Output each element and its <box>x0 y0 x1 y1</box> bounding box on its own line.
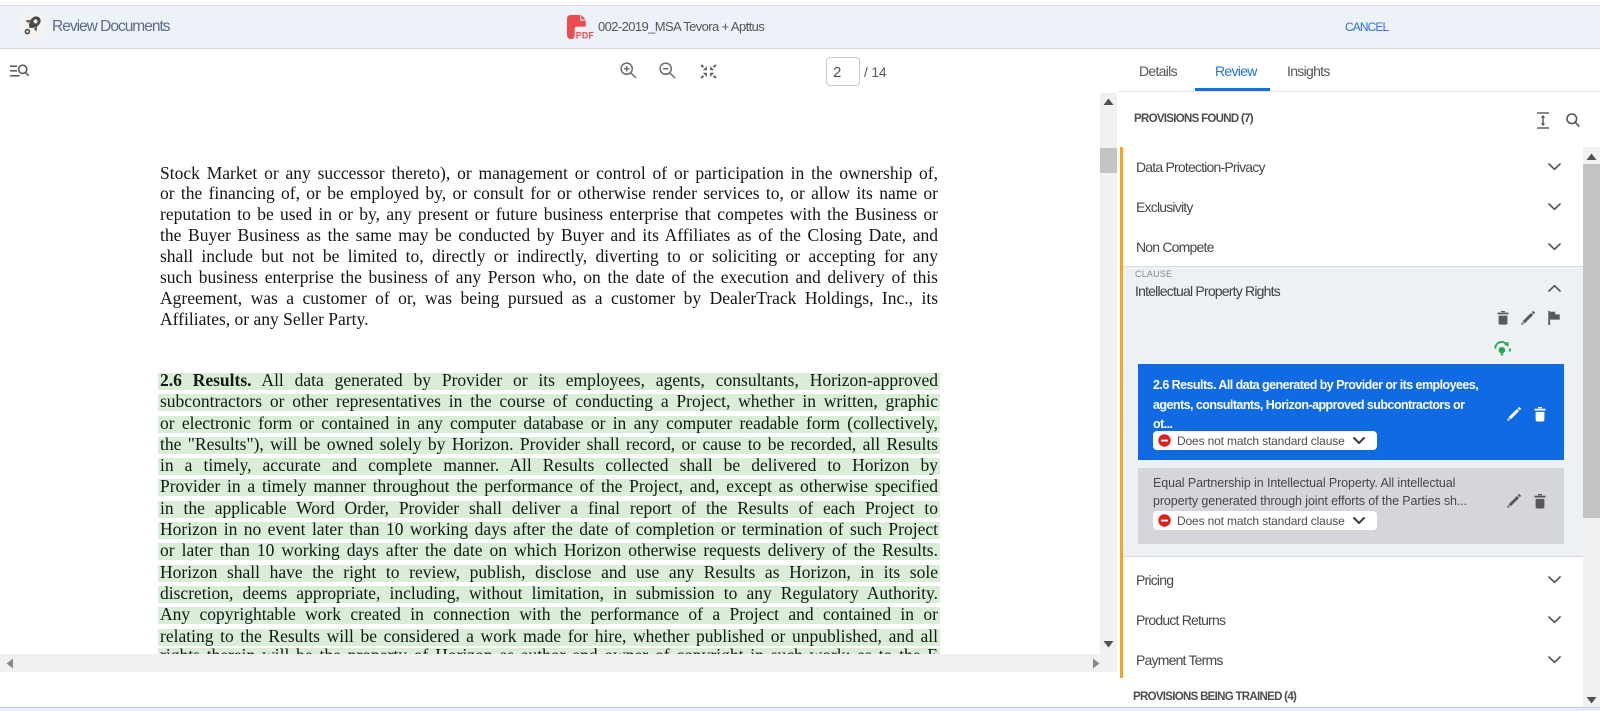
svg-text:PDF: PDF <box>576 31 595 40</box>
